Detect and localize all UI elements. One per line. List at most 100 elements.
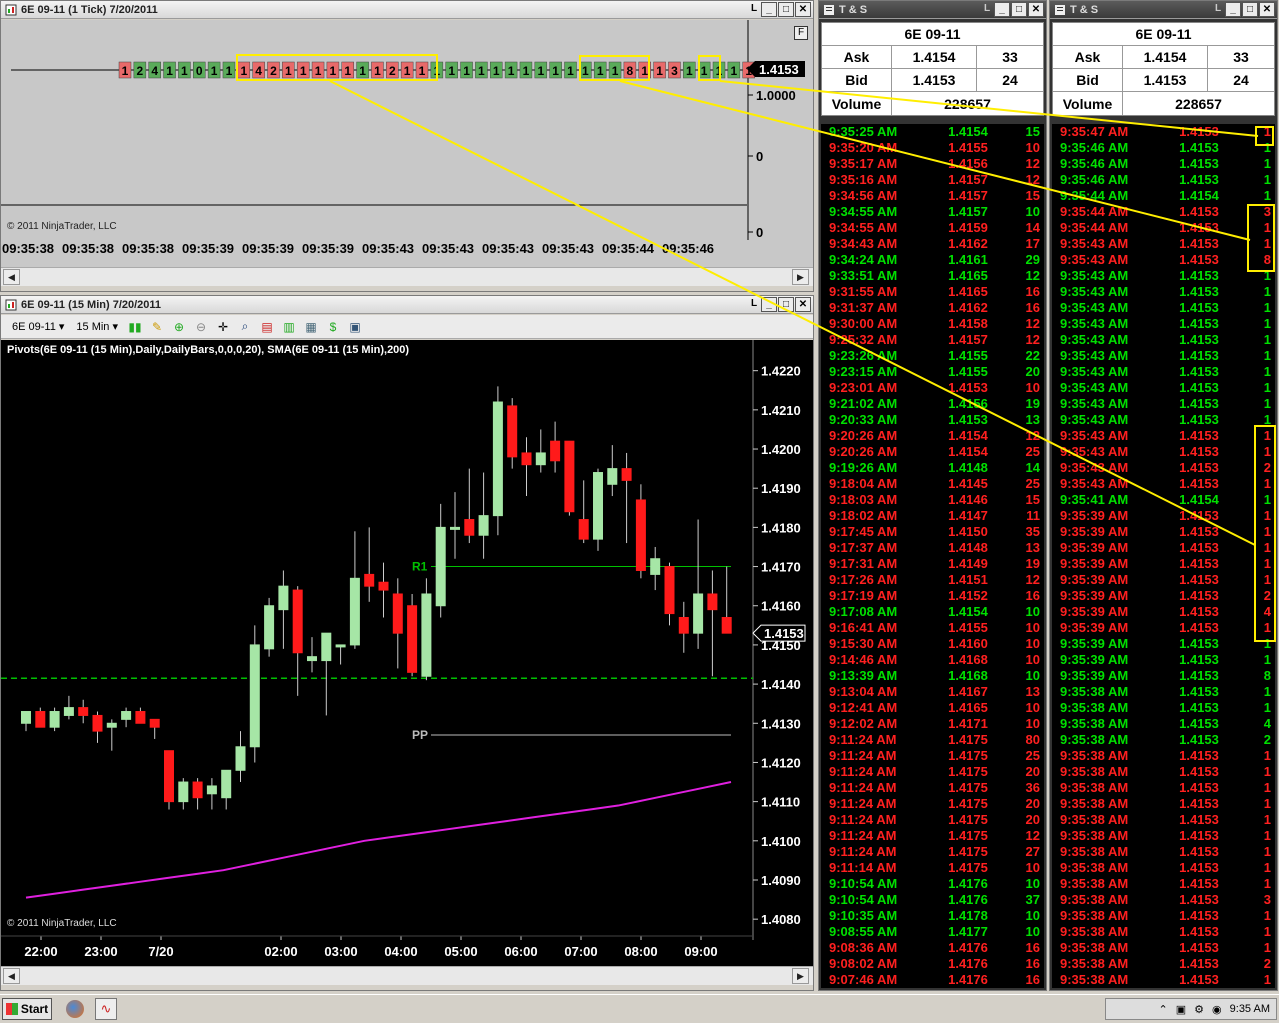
link-button[interactable]: L [748, 297, 760, 312]
trade-row: 9:35:46 AM 1.4153 1 [1052, 140, 1275, 156]
candle-window-titlebar[interactable]: 6E 09-11 (15 Min) 7/20/2011 L _ □ ✕ [1, 296, 813, 314]
dollar-icon[interactable]: $ [325, 319, 341, 335]
bid-size: 24 [1002, 72, 1018, 88]
trade-row: 9:35:44 AM 1.4153 3 [1052, 204, 1275, 220]
trade-time: 9:35:39 AM [1060, 524, 1129, 539]
trade-time: 9:11:14 AM [829, 860, 897, 875]
trade-row: 9:35:46 AM 1.4153 1 [1052, 156, 1275, 172]
tick-box-value: 1 [463, 64, 470, 78]
trade-price: 1.4156 [948, 156, 988, 171]
crosshair-icon[interactable]: ✛ [215, 319, 231, 335]
trade-size: 1 [1263, 812, 1271, 827]
chart-properties-icon[interactable]: ▦ [303, 319, 319, 335]
scroll-right-arrow-icon[interactable]: ▶ [792, 968, 809, 984]
trade-row: 9:34:24 AM 1.4161 29 [821, 252, 1044, 268]
bar-style-icon[interactable]: ▮▮ [127, 319, 143, 335]
trade-time: 9:35:43 AM [1060, 428, 1129, 443]
maximize-button[interactable]: □ [1011, 2, 1027, 17]
trade-row: 9:11:14 AM 1.4175 10 [821, 860, 1044, 876]
ts1-titlebar[interactable]: T & S L _ □ ✕ [819, 1, 1046, 19]
trade-size: 1 [1263, 524, 1271, 539]
f-button[interactable]: F [794, 26, 808, 40]
indicators-icon[interactable]: ▤ [259, 319, 275, 335]
trade-row: 9:11:24 AM 1.4175 36 [821, 780, 1044, 796]
magnifier-icon[interactable]: ⌕ [237, 319, 253, 335]
tick-scrollbar[interactable]: ◀ ▶ [1, 267, 813, 286]
tick-chart-area[interactable]: 1241101114211111112111111111111111811311… [1, 20, 813, 268]
tick-box: 1 [504, 61, 518, 79]
ts2-instrument[interactable]: 6E 09-11 [1053, 23, 1274, 45]
scroll-left-arrow-icon[interactable]: ◀ [3, 968, 20, 984]
tick-window-titlebar[interactable]: 6E 09-11 (1 Tick) 7/20/2011 L _ □ ✕ [1, 1, 813, 19]
interval-selector[interactable]: 15 Min ▾ [73, 319, 121, 334]
trade-size: 1 [1263, 556, 1271, 571]
link-button[interactable]: L [981, 2, 993, 17]
trade-size: 16 [1025, 940, 1040, 955]
tray-volume-icon[interactable]: ◉ [1212, 1003, 1222, 1016]
volume-label: Volume [1053, 92, 1123, 115]
candle-scrollbar[interactable]: ◀ ▶ [1, 966, 813, 985]
trade-row: 9:33:51 AM 1.4165 12 [821, 268, 1044, 284]
instrument-selector[interactable]: 6E 09-11 ▾ [9, 319, 67, 334]
candle-chart-area[interactable]: 1.4220 1.4210 1.4200 1.4190 1.4180 1.4170 1.41… [1, 340, 813, 966]
tray-network-icon[interactable]: ▣ [1176, 1003, 1186, 1016]
tick-box: 1 [415, 61, 429, 79]
trade-time: 9:35:38 AM [1060, 972, 1129, 987]
ts-window-icon [822, 3, 836, 17]
tray-expand-icon[interactable]: ⌃ [1159, 1003, 1168, 1016]
ts2-trade-list[interactable]: 9:35:47 AM 1.4153 1 9:35:46 AM 1.4153 1 9:35:4… [1052, 124, 1275, 988]
data-box-icon[interactable]: ▣ [347, 319, 363, 335]
trade-row: 9:35:43 AM 1.4153 1 [1052, 380, 1275, 396]
ts2-titlebar[interactable]: T & S L _ □ ✕ [1050, 1, 1277, 19]
trade-row: 9:15:30 AM 1.4160 10 [821, 636, 1044, 652]
close-button[interactable]: ✕ [1259, 2, 1275, 17]
link-button[interactable]: L [748, 2, 760, 17]
bid-price: 1.4153 [1123, 69, 1208, 91]
start-button[interactable]: Start [2, 998, 52, 1020]
tray-settings-icon[interactable]: ⚙ [1194, 1003, 1204, 1016]
trade-row: 9:35:17 AM 1.4156 12 [821, 156, 1044, 172]
strategies-icon[interactable]: ▥ [281, 319, 297, 335]
trade-size: 1 [1263, 652, 1271, 667]
maximize-button[interactable]: □ [778, 297, 794, 312]
scroll-left-arrow-icon[interactable]: ◀ [3, 269, 20, 285]
trade-price: 1.4153 [1179, 300, 1219, 315]
trade-size: 15 [1025, 492, 1040, 507]
time-and-sales-window-2: T & S L _ □ ✕ 6E 09-11 Ask 1.4154 33 Bid… [1049, 0, 1278, 991]
draw-pencil-icon[interactable]: ✎ [149, 319, 165, 335]
minimize-button[interactable]: _ [761, 2, 777, 17]
close-button[interactable]: ✕ [1028, 2, 1044, 17]
trade-time: 9:35:39 AM [1060, 508, 1129, 523]
trade-time: 9:35:43 AM [1060, 236, 1129, 251]
maximize-button[interactable]: □ [778, 2, 794, 17]
trade-time: 9:35:39 AM [1060, 572, 1129, 587]
ninjatrader-taskbar-icon[interactable]: ∿ [95, 998, 117, 1020]
zoom-out-icon[interactable]: ⊖ [193, 319, 209, 335]
trade-price: 1.4162 [948, 236, 988, 251]
minimize-button[interactable]: _ [761, 297, 777, 312]
trade-price: 1.4153 [1179, 716, 1219, 731]
maximize-button[interactable]: □ [1242, 2, 1258, 17]
price-tick-label: 1.4100 [761, 834, 801, 849]
close-button[interactable]: ✕ [795, 2, 811, 17]
tick-box-value: 1 [122, 64, 129, 78]
ts1-trade-list[interactable]: 9:35:25 AM 1.4154 15 9:35:20 AM 1.4155 10 9:35… [821, 124, 1044, 988]
firefox-quicklaunch-icon[interactable] [66, 1000, 84, 1018]
minimize-button[interactable]: _ [994, 2, 1010, 17]
trade-price: 1.4175 [948, 780, 988, 795]
ts1-quote-panel: 6E 09-11 Ask 1.4154 33 Bid 1.4153 24 Vol… [821, 22, 1044, 116]
trade-price: 1.4153 [1179, 284, 1219, 299]
volume-label: Volume [822, 92, 892, 115]
trade-price: 1.4153 [1179, 636, 1219, 651]
trade-price: 1.4157 [948, 172, 988, 187]
trade-price: 1.4154 [948, 428, 988, 443]
trade-size: 1 [1263, 828, 1271, 843]
trade-size: 15 [1025, 188, 1040, 203]
zoom-in-icon[interactable]: ⊕ [171, 319, 187, 335]
close-button[interactable]: ✕ [795, 297, 811, 312]
ts1-instrument[interactable]: 6E 09-11 [822, 23, 1043, 45]
link-button[interactable]: L [1212, 2, 1224, 17]
trade-size: 80 [1025, 732, 1040, 747]
scroll-right-arrow-icon[interactable]: ▶ [792, 269, 809, 285]
minimize-button[interactable]: _ [1225, 2, 1241, 17]
